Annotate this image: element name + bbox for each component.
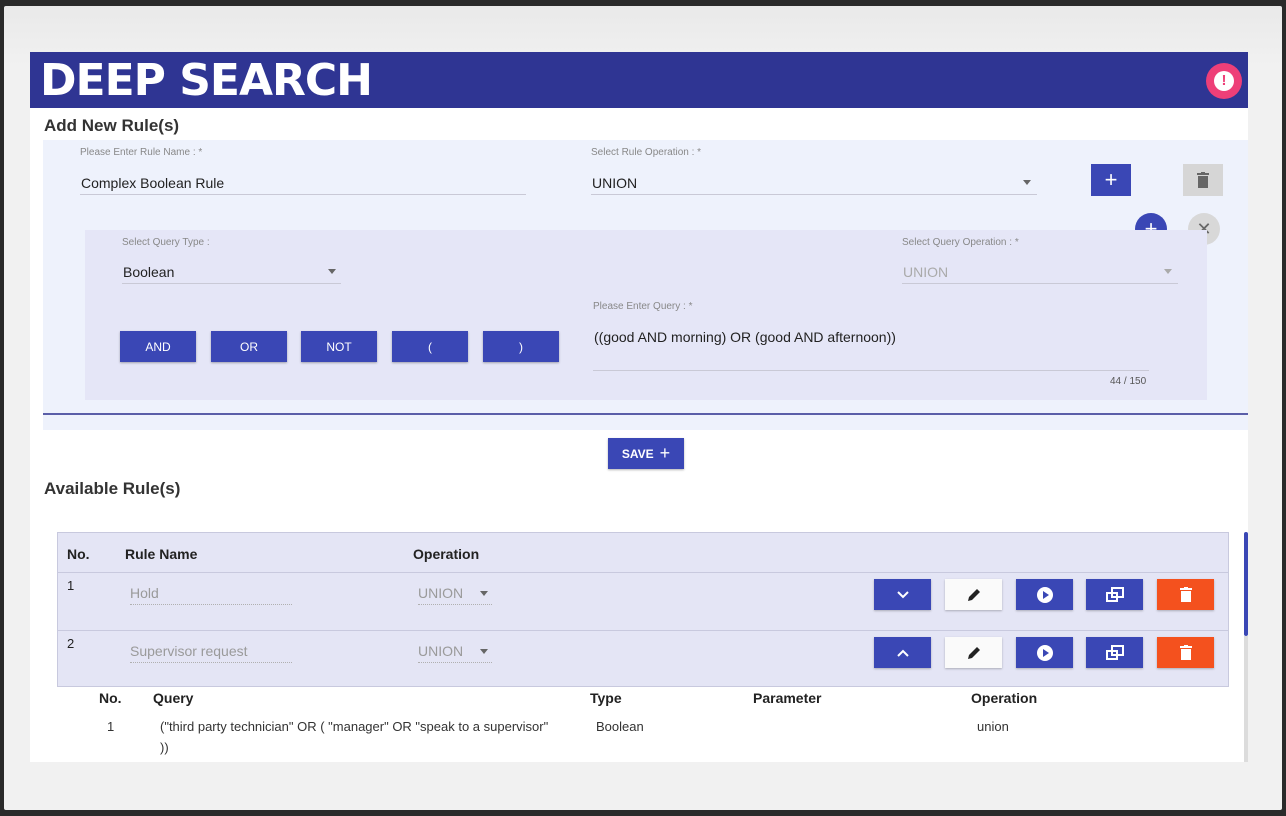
collapse-button[interactable] xyxy=(874,637,931,668)
delete-rule-button[interactable] xyxy=(1183,164,1223,196)
save-button[interactable]: SAVE + xyxy=(608,438,684,469)
delete-button[interactable] xyxy=(1157,579,1214,610)
query-type-underline xyxy=(122,283,341,284)
char-count: 44 / 150 xyxy=(1110,376,1147,387)
trash-icon xyxy=(1179,645,1192,660)
rule-operation-select[interactable]: UNION xyxy=(418,643,463,659)
query-type-select[interactable]: Boolean xyxy=(123,264,174,280)
save-label: SAVE xyxy=(621,446,654,461)
edit-button[interactable] xyxy=(945,637,1002,668)
trash-icon xyxy=(1179,587,1192,602)
chevron-down-icon[interactable] xyxy=(480,591,488,596)
operator-close-paren-button[interactable]: ) xyxy=(483,331,559,362)
rule-name-field[interactable]: Supervisor request xyxy=(130,643,248,659)
field-underline xyxy=(418,662,492,663)
operator-not-button[interactable]: NOT xyxy=(301,331,377,362)
available-rules-title: Available Rule(s) xyxy=(44,479,181,498)
detail-row-number: 1 xyxy=(107,719,115,734)
new-rule-panel: Please Enter Rule Name : * Complex Boole… xyxy=(43,140,1248,430)
edit-button[interactable] xyxy=(945,579,1002,610)
add-rule-title: Add New Rule(s) xyxy=(44,116,180,135)
plus-icon: + xyxy=(1104,167,1118,192)
app-title: DEEP SEARCH xyxy=(40,55,373,106)
chevron-up-icon xyxy=(896,649,909,657)
query-label: Please Enter Query : * xyxy=(593,301,693,312)
query-underline xyxy=(593,370,1149,371)
scrollbar-thumb[interactable] xyxy=(1244,532,1248,636)
operator-and-button[interactable]: AND xyxy=(120,331,196,362)
detail-type-value: Boolean xyxy=(596,719,644,734)
row-number: 2 xyxy=(67,636,75,651)
query-panel: Select Query Type : Boolean Select Query… xyxy=(85,230,1207,400)
copy-button[interactable] xyxy=(1086,579,1143,610)
query-operation-select[interactable]: UNION xyxy=(903,264,948,280)
play-circle-icon xyxy=(1036,644,1053,661)
query-operation-underline xyxy=(902,283,1178,284)
detail-query-text-cont: )) xyxy=(160,740,169,755)
rule-name-underline xyxy=(80,194,526,195)
chevron-down-icon[interactable] xyxy=(1023,180,1031,185)
expand-button[interactable] xyxy=(874,579,931,610)
detail-operation-header: Operation xyxy=(971,690,1038,706)
panel-divider xyxy=(43,413,1248,415)
chevron-down-icon[interactable] xyxy=(1164,269,1172,274)
rule-name-input[interactable]: Complex Boolean Rule xyxy=(81,175,224,191)
detail-query-text: ("third party technician" OR ( "manager"… xyxy=(160,719,549,734)
query-operation-label: Select Query Operation : * xyxy=(902,237,1019,248)
scrollbar-track[interactable] xyxy=(1244,636,1248,762)
detail-parameter-header: Parameter xyxy=(753,690,822,706)
rule-name-label: Please Enter Rule Name : * xyxy=(80,147,203,158)
detail-query-header: Query xyxy=(153,690,194,706)
app-header: DEEP SEARCH ! xyxy=(30,52,1248,108)
alert-icon: ! xyxy=(1214,71,1234,91)
chevron-down-icon xyxy=(896,590,909,598)
chevron-down-icon[interactable] xyxy=(328,269,336,274)
run-button[interactable] xyxy=(1016,637,1073,668)
row-number: 1 xyxy=(67,578,75,593)
detail-type-header: Type xyxy=(590,690,622,706)
col-no-header: No. xyxy=(67,546,90,562)
copy-button[interactable] xyxy=(1086,637,1143,668)
field-underline xyxy=(130,662,292,663)
trash-icon xyxy=(1197,172,1209,188)
operator-or-button[interactable]: OR xyxy=(211,331,287,362)
plus-icon: + xyxy=(659,443,671,463)
detail-operation-value: union xyxy=(977,719,1009,734)
operator-open-paren-button[interactable]: ( xyxy=(392,331,468,362)
rule-operation-select[interactable]: UNION xyxy=(418,585,463,601)
col-operation-header: Operation xyxy=(413,546,480,562)
app-page: DEEP SEARCH ! Add New Rule(s) Please Ent… xyxy=(30,52,1248,762)
rule-operation-select[interactable]: UNION xyxy=(592,175,637,191)
table-row: 1 Hold UNION xyxy=(58,572,1228,629)
add-rule-button[interactable]: + xyxy=(1091,164,1131,196)
copy-icon xyxy=(1105,644,1124,660)
col-rule-name-header: Rule Name xyxy=(125,546,198,562)
rules-table: No. Rule Name Operation 1 Hold UNION 2 S… xyxy=(57,532,1229,687)
copy-icon xyxy=(1105,586,1124,602)
rule-operation-label: Select Rule Operation : * xyxy=(591,147,702,158)
field-underline xyxy=(418,604,492,605)
play-circle-icon xyxy=(1036,586,1053,603)
query-textarea[interactable]: ((good AND morning) OR (good AND afterno… xyxy=(594,329,896,345)
rule-operation-underline xyxy=(591,194,1037,195)
chevron-down-icon[interactable] xyxy=(480,649,488,654)
detail-no-header: No. xyxy=(99,690,122,706)
query-type-label: Select Query Type : xyxy=(122,237,210,248)
alert-button[interactable]: ! xyxy=(1206,63,1242,99)
rule-name-field[interactable]: Hold xyxy=(130,585,159,601)
field-underline xyxy=(130,604,292,605)
pencil-icon xyxy=(967,646,980,659)
table-row: 2 Supervisor request UNION xyxy=(58,630,1228,687)
delete-button[interactable] xyxy=(1157,637,1214,668)
pencil-icon xyxy=(967,588,980,601)
run-button[interactable] xyxy=(1016,579,1073,610)
